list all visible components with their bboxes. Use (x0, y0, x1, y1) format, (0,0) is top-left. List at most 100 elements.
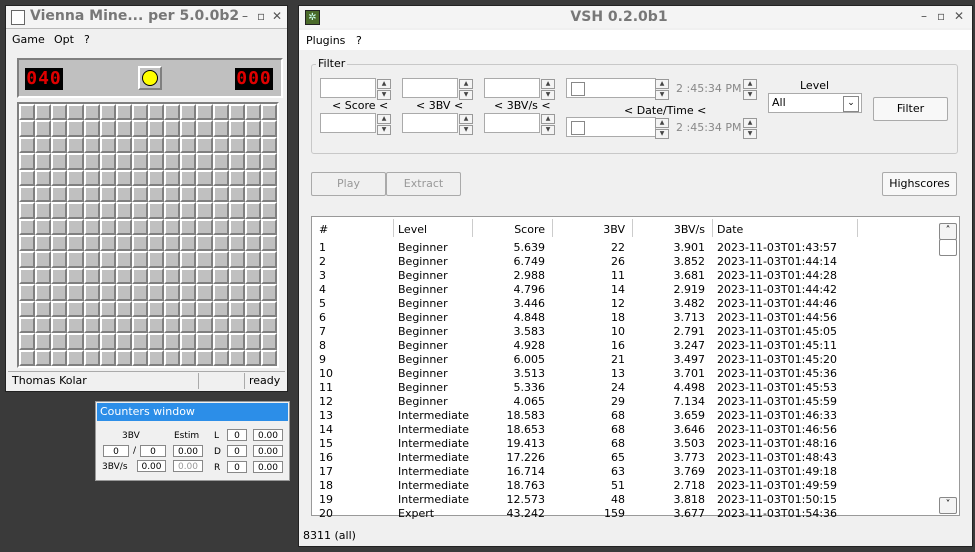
close-icon[interactable]: ✕ (954, 9, 964, 23)
mine-cell[interactable] (212, 251, 229, 268)
mine-cell[interactable] (164, 153, 181, 170)
mine-cell[interactable] (115, 316, 132, 334)
mine-cell[interactable] (196, 284, 213, 301)
mine-cell[interactable] (196, 120, 213, 137)
mine-cell[interactable] (51, 136, 68, 154)
mine-cell[interactable] (228, 284, 245, 301)
date-from-spinner[interactable]: ▲ ▼ (655, 79, 669, 100)
bvs-max-input[interactable] (484, 113, 540, 133)
time-to[interactable]: 2 :45:34 PM (676, 121, 742, 134)
mine-cell[interactable] (67, 235, 84, 252)
mine-cell[interactable] (51, 104, 68, 121)
mine-cell[interactable] (196, 333, 213, 350)
mine-cell[interactable] (180, 218, 197, 235)
mine-cell[interactable] (164, 267, 181, 285)
mine-cell[interactable] (196, 349, 213, 366)
mine-cell[interactable] (228, 218, 245, 235)
mine-cell[interactable] (35, 300, 52, 317)
mine-cell[interactable] (35, 185, 52, 203)
mine-cell[interactable] (51, 251, 68, 268)
mine-cell[interactable] (228, 202, 245, 219)
mine-cell[interactable] (83, 235, 100, 252)
mine-cell[interactable] (131, 349, 148, 366)
mine-cell[interactable] (67, 251, 84, 268)
mine-cell[interactable] (19, 235, 36, 252)
column-header-score[interactable]: Score (472, 221, 545, 239)
mine-cell[interactable] (212, 235, 229, 252)
menu-plugins[interactable]: Plugins (306, 34, 345, 47)
time-from[interactable]: 2 :45:34 PM (676, 82, 742, 95)
mine-cell[interactable] (19, 185, 36, 203)
mine-cell[interactable] (196, 104, 213, 121)
table-row[interactable]: 13 Intermediate 18.583 68 3.659 2023-11-03T01… (312, 409, 937, 423)
mine-cell[interactable] (83, 251, 100, 268)
minimize-icon[interactable]: – (242, 9, 248, 23)
mine-cell[interactable] (180, 104, 197, 121)
score-min-input[interactable] (320, 78, 376, 98)
mine-cell[interactable] (164, 218, 181, 235)
mine-cell[interactable] (260, 153, 277, 170)
column-header-number[interactable]: # (319, 221, 328, 239)
mine-cell[interactable] (180, 235, 197, 252)
mine-cell[interactable] (51, 153, 68, 170)
table-row[interactable]: 15 Intermediate 19.413 68 3.503 2023-11-03T01… (312, 437, 937, 451)
mine-cell[interactable] (19, 104, 36, 121)
bvs-max-spinner[interactable]: ▲ ▼ (541, 114, 555, 135)
scroll-up-icon[interactable]: ˄ (939, 223, 957, 240)
mine-cell[interactable] (67, 333, 84, 350)
mine-cell[interactable] (212, 136, 229, 154)
mine-cell[interactable] (67, 153, 84, 170)
mine-cell[interactable] (228, 185, 245, 203)
maximize-icon[interactable]: ▫ (937, 9, 945, 23)
mine-cell[interactable] (115, 202, 132, 219)
mine-cell[interactable] (19, 218, 36, 235)
mine-cell[interactable] (115, 251, 132, 268)
mine-cell[interactable] (67, 104, 84, 121)
mine-cell[interactable] (228, 120, 245, 137)
mine-cell[interactable] (196, 202, 213, 219)
date-to-checkbox[interactable] (571, 121, 585, 135)
mine-cell[interactable] (164, 284, 181, 301)
mine-cell[interactable] (131, 136, 148, 154)
mine-cell[interactable] (115, 169, 132, 186)
mine-cell[interactable] (180, 202, 197, 219)
close-icon[interactable]: ✕ (272, 9, 282, 23)
mine-cell[interactable] (260, 267, 277, 285)
mine-cell[interactable] (196, 169, 213, 186)
mine-cell[interactable] (180, 316, 197, 334)
mine-cell[interactable] (67, 218, 84, 235)
mine-cell[interactable] (260, 202, 277, 219)
mine-cell[interactable] (35, 267, 52, 285)
mine-cell[interactable] (148, 104, 165, 121)
mine-cell[interactable] (260, 300, 277, 317)
extract-button[interactable]: Extract (386, 172, 461, 196)
mine-cell[interactable] (35, 120, 52, 137)
mine-cell[interactable] (35, 136, 52, 154)
mine-cell[interactable] (99, 185, 116, 203)
mine-cell[interactable] (228, 235, 245, 252)
mine-cell[interactable] (196, 185, 213, 203)
mine-cell[interactable] (228, 251, 245, 268)
menu-help[interactable]: ? (356, 34, 362, 47)
mine-cell[interactable] (67, 136, 84, 154)
mine-cell[interactable] (164, 202, 181, 219)
mine-cell[interactable] (67, 349, 84, 366)
table-row[interactable]: 18 Intermediate 18.763 51 2.718 2023-11-03T01… (312, 479, 937, 493)
mine-cell[interactable] (83, 284, 100, 301)
play-button[interactable]: Play (311, 172, 386, 196)
mine-cell[interactable] (115, 104, 132, 121)
mine-cell[interactable] (131, 202, 148, 219)
mine-cell[interactable] (148, 300, 165, 317)
mine-cell[interactable] (99, 153, 116, 170)
mine-cell[interactable] (212, 333, 229, 350)
mine-cell[interactable] (35, 235, 52, 252)
mine-cell[interactable] (244, 284, 261, 301)
mine-cell[interactable] (115, 235, 132, 252)
mine-cell[interactable] (131, 333, 148, 350)
mine-cell[interactable] (260, 169, 277, 186)
time-from-spinner[interactable]: ▲ ▼ (743, 79, 757, 100)
mine-cell[interactable] (35, 104, 52, 121)
mine-cell[interactable] (212, 202, 229, 219)
mine-cell[interactable] (83, 169, 100, 186)
mine-cell[interactable] (244, 169, 261, 186)
